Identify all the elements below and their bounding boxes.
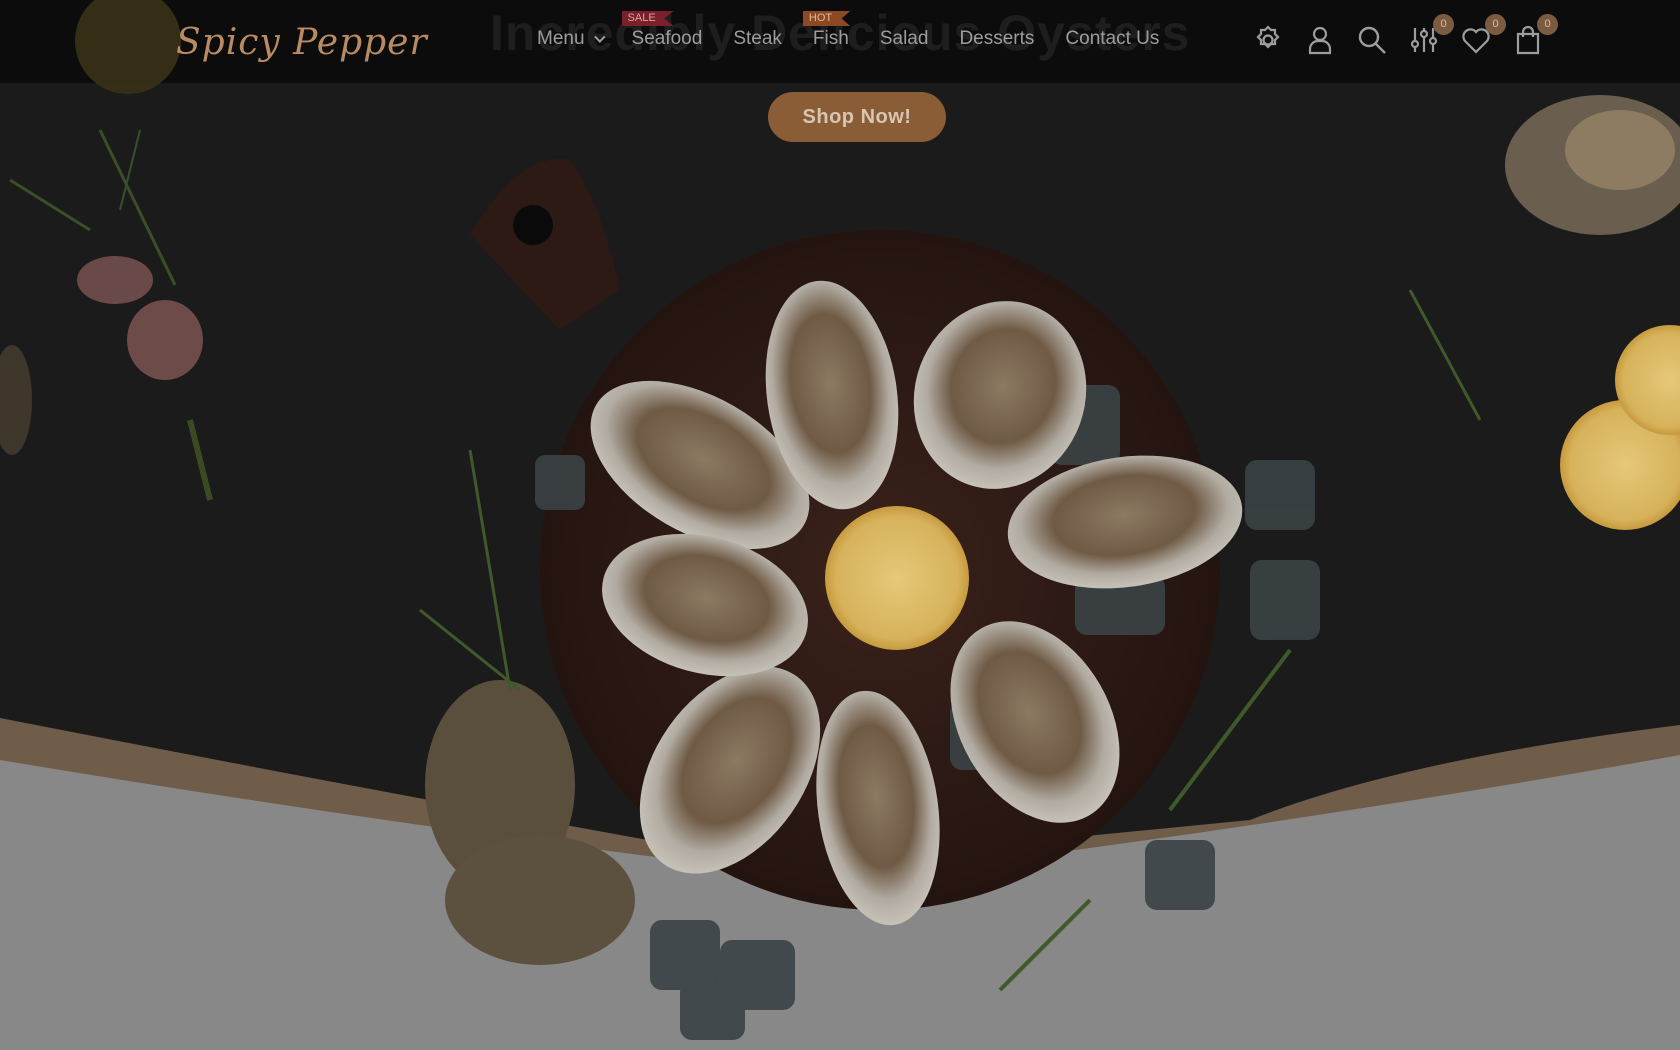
main-nav: Menu SALE Seafood Steak HOT Fish Salad D…: [537, 11, 1190, 50]
nav-item-label: Contact Us: [1065, 28, 1160, 49]
chevron-down-icon: [593, 31, 606, 43]
site-header: Incredibly Delicious Oysters Spicy Peppe…: [0, 0, 1680, 94]
logo-badge: [75, 0, 181, 94]
search-icon: [1358, 26, 1386, 54]
account-button[interactable]: [1304, 24, 1336, 56]
nav-item-label: Steak: [733, 28, 782, 49]
search-button[interactable]: [1356, 24, 1388, 56]
compare-count-badge: 0: [1433, 14, 1454, 35]
nav-item-contact-us[interactable]: Contact Us: [1065, 28, 1159, 50]
cart-button[interactable]: 0: [1512, 14, 1558, 56]
cart-count-badge: 0: [1537, 14, 1558, 35]
header-icons: 0 0 0: [1252, 14, 1564, 56]
nav-item-label: Fish: [812, 28, 849, 49]
user-icon: [1308, 26, 1332, 55]
hero-section: Shop Now!: [0, 0, 1680, 1050]
nav-item-steak[interactable]: Steak: [733, 28, 782, 50]
nav-item-seafood[interactable]: SALE Seafood: [621, 11, 703, 50]
nav-item-menu[interactable]: Menu: [537, 28, 606, 50]
shop-now-button[interactable]: Shop Now!: [768, 92, 946, 142]
wishlist-count-badge: 0: [1485, 14, 1506, 35]
nav-item-label: Desserts: [959, 28, 1035, 49]
nav-item-salad[interactable]: Salad: [880, 28, 929, 50]
brand-logo[interactable]: Spicy Pepper: [176, 14, 428, 70]
brand-name: Spicy Pepper: [176, 21, 428, 63]
wishlist-button[interactable]: 0: [1460, 14, 1506, 56]
nav-item-label: Salad: [879, 28, 929, 49]
nav-item-label: Seafood: [631, 28, 703, 49]
settings-button[interactable]: [1252, 24, 1284, 56]
nav-item-label: Menu: [537, 28, 585, 49]
compare-button[interactable]: 0: [1408, 14, 1454, 56]
nav-item-desserts[interactable]: Desserts: [959, 28, 1034, 50]
hero-background-image: [0, 0, 1680, 1050]
nav-item-fish[interactable]: HOT Fish: [802, 11, 851, 50]
settings-icon: [1256, 25, 1280, 49]
